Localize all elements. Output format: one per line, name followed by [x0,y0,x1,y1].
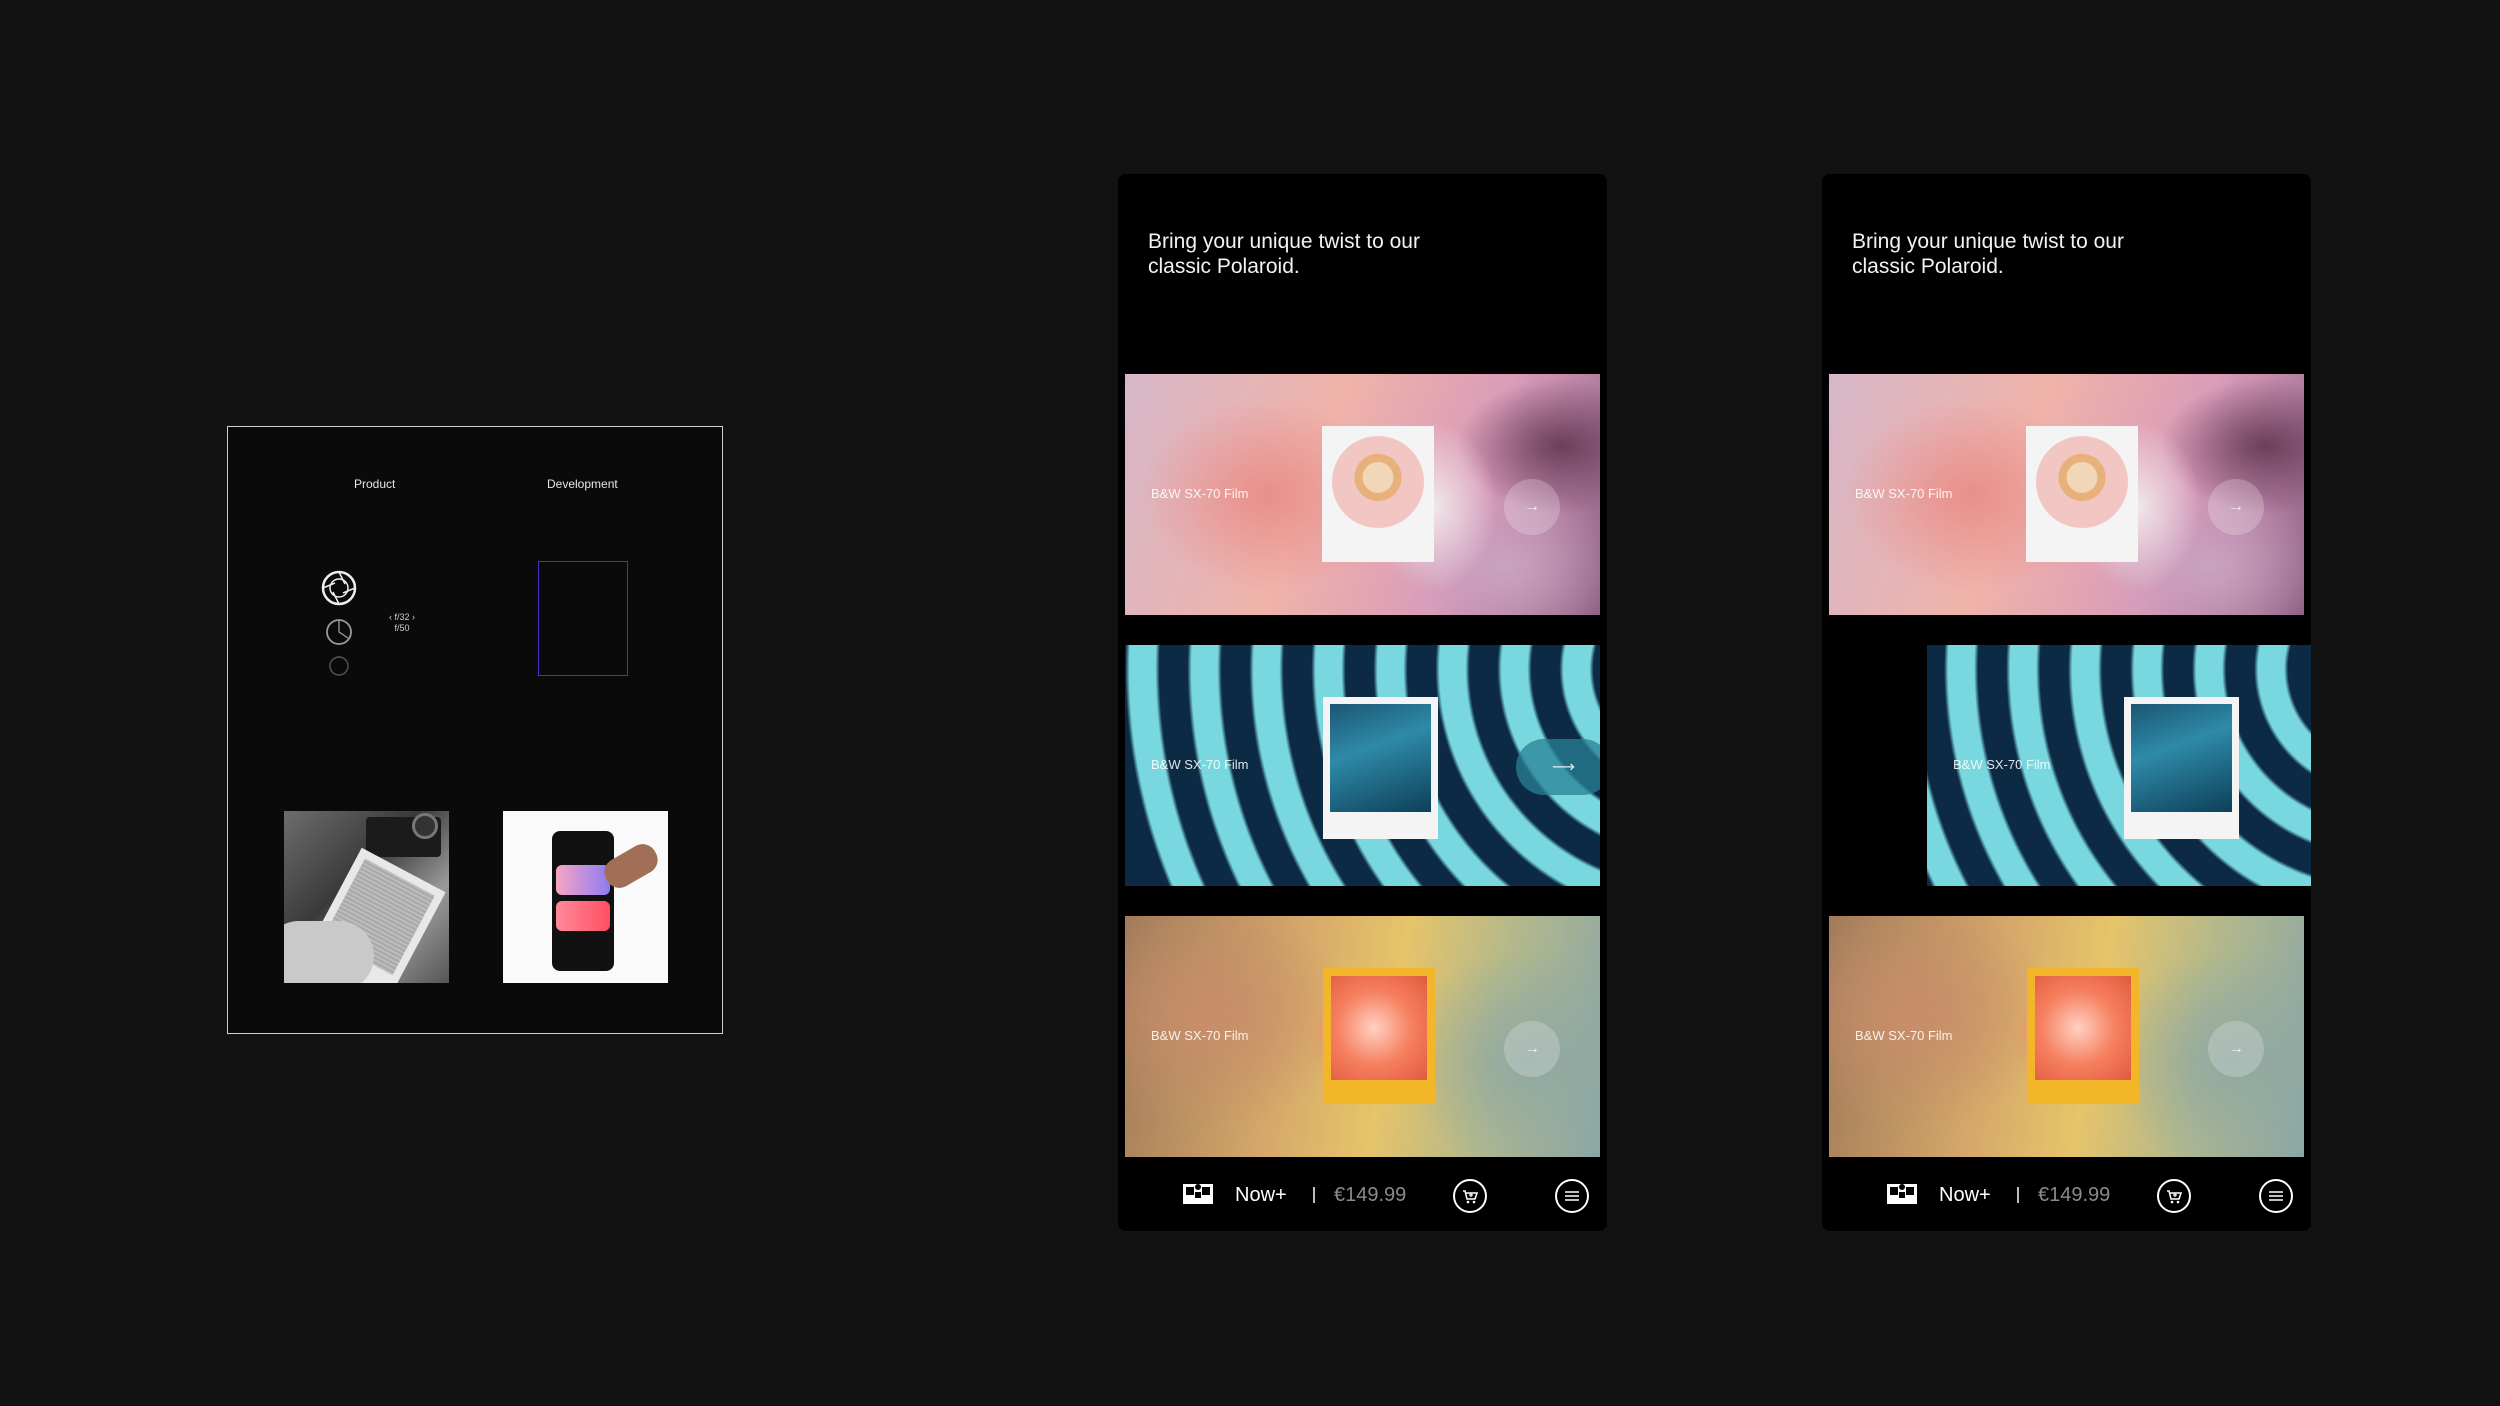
development-frame [538,561,628,676]
product-name[interactable]: Now+ [1235,1184,1287,1207]
polaroid-logo-icon [1887,1184,1917,1204]
price: €149.99 [2038,1184,2111,1206]
arrow-right-button[interactable]: → [1504,479,1560,535]
fvalue-top: ‹ f/32 › [389,612,416,622]
bottom-bar: Now+ €149.99 [1822,1161,2311,1231]
cart-icon [1463,1190,1479,1204]
headline: Bring your unique twist to our classic P… [1852,230,2124,278]
hand-photo [1331,976,1427,1080]
portrait-photo [1332,436,1424,528]
menu-button[interactable] [2259,1179,2293,1213]
film-card[interactable]: B&W SX-70 Film → [1829,374,2304,615]
camera-print-thumbnail [284,811,449,983]
product-column-label: Product [354,477,396,491]
cart-icon [2167,1190,2183,1204]
polaroid-frame [2124,697,2239,839]
hand-shape [284,921,374,983]
fvalue-readout: ‹ f/32 › f/50 [389,612,415,634]
bottom-bar: Now+ €149.99 [1118,1161,1607,1231]
polaroid-frame [2026,426,2138,562]
app-phone-thumbnail [503,811,668,983]
aperture-icon [321,570,357,676]
menu-icon [1565,1191,1579,1201]
cart-button[interactable] [1453,1179,1487,1213]
phone-screen-swiped: Bring your unique twist to our classic P… [1822,174,2311,1231]
polaroid-frame [2027,968,2139,1104]
film-card[interactable]: B&W SX-70 Film → [1125,916,1600,1157]
phone-screen-default: Bring your unique twist to our classic P… [1118,174,1607,1231]
fvalue-bottom: f/50 [394,623,410,633]
phone-mockup [552,831,614,971]
arrow-right-button-expanded[interactable]: ⟶ [1516,739,1600,795]
arrow-right-button[interactable]: → [1504,1021,1560,1077]
arrow-right-button[interactable]: → [2208,1021,2264,1077]
price: €149.99 [1334,1184,1407,1206]
portrait-photo [1330,704,1431,812]
polaroid-frame [1323,697,1438,839]
menu-icon [2269,1191,2283,1201]
film-card[interactable]: B&W SX-70 Film → [1829,916,2304,1157]
film-card-label: B&W SX-70 Film [1855,486,1953,501]
film-card-swiped[interactable]: B&W SX-70 Film [1927,645,2311,886]
film-card-label: B&W SX-70 Film [1953,757,2051,772]
film-card[interactable]: B&W SX-70 Film → [1125,374,1600,615]
polaroid-frame [1323,968,1435,1104]
film-card-label: B&W SX-70 Film [1151,1028,1249,1043]
portrait-photo [2131,704,2232,812]
film-card-label: B&W SX-70 Film [1855,1028,1953,1043]
product-name[interactable]: Now+ [1939,1184,1991,1207]
cart-button[interactable] [2157,1179,2191,1213]
arrow-right-button[interactable]: → [2208,479,2264,535]
divider [1313,1187,1315,1203]
headline: Bring your unique twist to our classic P… [1148,230,1420,278]
camera-lens [412,813,438,839]
polaroid-frame [1322,426,1434,562]
hand-photo [2035,976,2131,1080]
polaroid-logo-icon [1183,1184,1213,1204]
film-card-label: B&W SX-70 Film [1151,486,1249,501]
film-card[interactable]: B&W SX-70 Film ⟶ [1125,645,1600,886]
portrait-photo [2036,436,2128,528]
film-card-label: B&W SX-70 Film [1151,757,1249,772]
divider [2017,1187,2019,1203]
design-panel: Product Development ‹ f/32 › f/50 [227,426,723,1034]
menu-button[interactable] [1555,1179,1589,1213]
development-column-label: Development [547,477,618,491]
